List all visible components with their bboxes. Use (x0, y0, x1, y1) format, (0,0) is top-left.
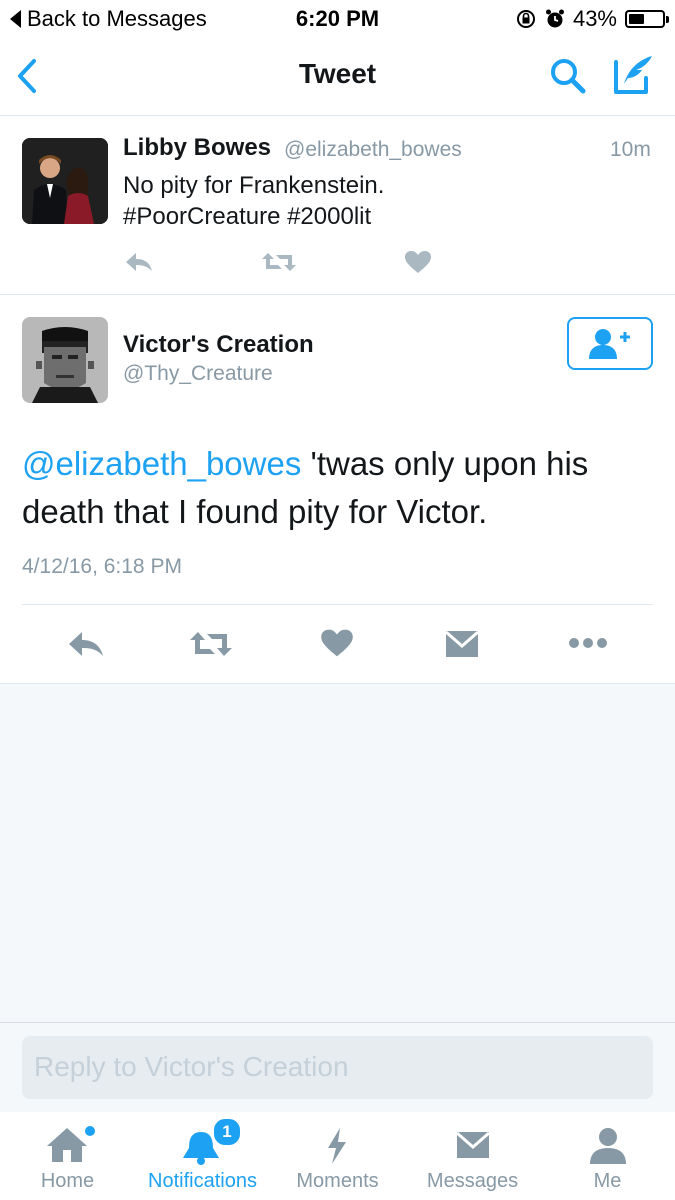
tweet-text: @elizabeth_bowes 'twas only upon his dea… (22, 440, 588, 536)
tweet-text-segment: 'twas only upon his (301, 445, 589, 482)
more-icon[interactable] (568, 636, 608, 650)
avatar[interactable] (22, 317, 108, 403)
envelope-icon (456, 1131, 490, 1158)
tab-notifications[interactable]: 1 Notifications (135, 1112, 270, 1200)
battery-percent: 43% (572, 6, 617, 31)
author-name[interactable]: Libby Bowes (123, 134, 271, 162)
notification-badge: 1 (212, 1117, 242, 1147)
direct-message-icon[interactable] (445, 629, 479, 659)
tab-messages[interactable]: Messages (405, 1112, 540, 1200)
rotation-lock-icon (516, 10, 535, 28)
tweet-timestamp: 4/12/16, 6:18 PM (22, 555, 182, 578)
retweet-icon[interactable] (188, 630, 234, 658)
author-handle[interactable]: @Thy_Creature (123, 362, 273, 386)
tweet-text: No pity for Frankenstein. #PoorCreature … (123, 170, 384, 232)
avatar-photo (22, 317, 108, 403)
tab-label: Messages (426, 1170, 519, 1192)
avatar[interactable] (22, 138, 108, 224)
tab-label: Notifications (148, 1170, 257, 1192)
like-icon[interactable] (404, 250, 432, 274)
home-icon (47, 1126, 95, 1162)
retweet-icon[interactable] (260, 251, 298, 273)
tab-me[interactable]: Me (540, 1112, 675, 1200)
battery-icon (625, 10, 669, 28)
reply-input[interactable]: Reply to Victor's Creation (22, 1036, 653, 1099)
person-icon (590, 1128, 626, 1164)
tweet-text-line-2: #PoorCreature #2000lit (123, 203, 372, 230)
lightning-icon (328, 1128, 346, 1164)
tab-home[interactable]: Home (0, 1112, 135, 1200)
tab-label: Home (40, 1170, 95, 1192)
tweet-text-line-2: death that I found pity for Victor. (22, 493, 488, 530)
compose-icon[interactable] (612, 52, 656, 96)
status-indicators: 43% (515, 6, 669, 32)
divider (22, 604, 653, 605)
tweet-time: 10m (610, 138, 651, 161)
author-handle[interactable]: @elizabeth_bowes (284, 138, 462, 162)
mention-link[interactable]: @elizabeth_bowes (22, 445, 301, 482)
like-icon[interactable] (320, 628, 354, 658)
tab-label: Me (593, 1170, 622, 1192)
tweet-text-line-1: No pity for Frankenstein. (123, 172, 385, 199)
tab-moments[interactable]: Moments (270, 1112, 405, 1200)
tab-label: Moments (296, 1170, 379, 1192)
follow-button[interactable] (567, 317, 653, 370)
tweet-text-line-1: @elizabeth_bowes 'twas only upon his (22, 440, 588, 488)
search-icon[interactable] (548, 56, 588, 96)
alarm-icon (545, 9, 564, 28)
author-name[interactable]: Victor's Creation (123, 331, 314, 359)
reply-icon[interactable] (67, 630, 105, 658)
reply-placeholder: Reply to Victor's Creation (34, 1051, 349, 1082)
add-user-icon (589, 328, 630, 359)
tab-bar: Home 1 Notifications Moments Messages Me (0, 1112, 675, 1200)
divider (0, 683, 675, 684)
reply-icon[interactable] (124, 251, 154, 273)
avatar-photo (22, 138, 108, 224)
